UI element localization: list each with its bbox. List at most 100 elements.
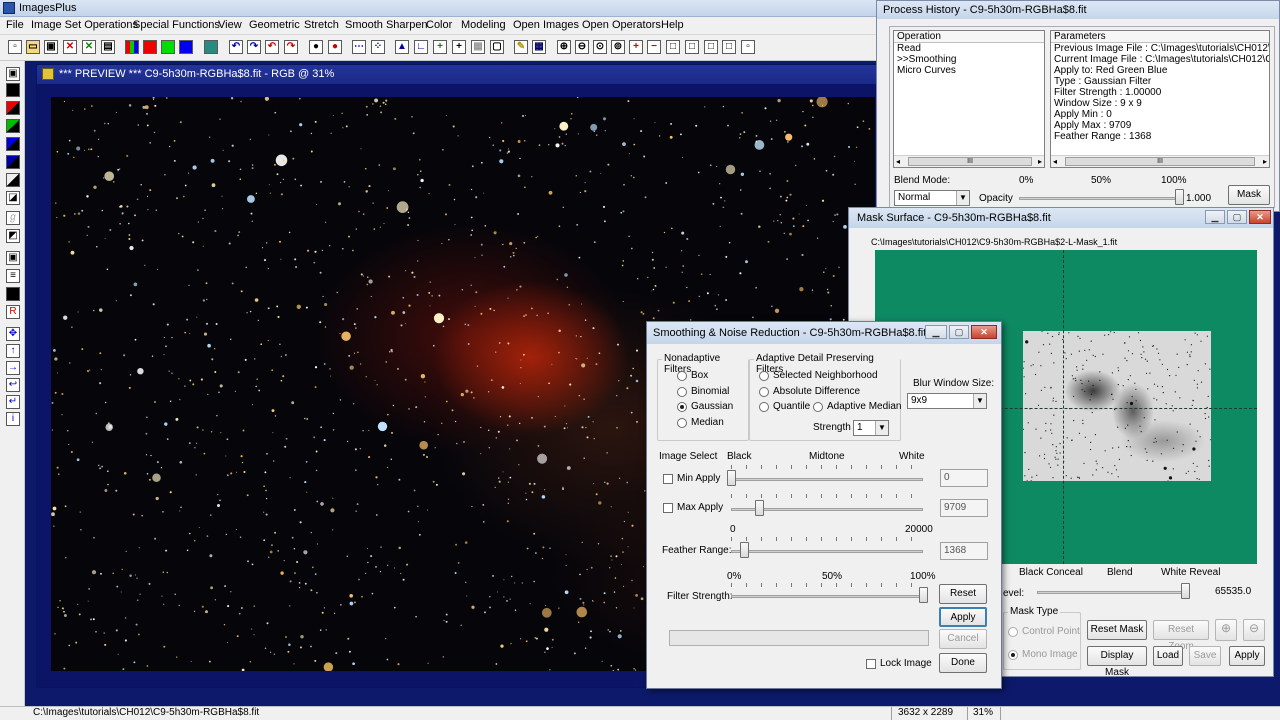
red-black-icon[interactable] (6, 101, 20, 115)
zoom-100-icon[interactable]: ⊚ (611, 40, 625, 54)
square-dot-icon[interactable]: ▫ (741, 40, 755, 54)
menu-geometric[interactable]: Geometric (249, 19, 300, 31)
opacity-slider-track[interactable] (1019, 197, 1179, 200)
menu-open-images[interactable]: Open Images (513, 19, 579, 31)
close-all-icon[interactable]: ✕ (82, 40, 96, 54)
menu-special-functions[interactable]: Special Functions (133, 19, 220, 31)
close-icon[interactable]: ✕ (1249, 210, 1271, 224)
blue-dark-icon[interactable] (6, 155, 20, 169)
square-medium-icon[interactable]: □ (685, 40, 699, 54)
min-apply-slider-thumb[interactable] (727, 470, 736, 486)
menu-view[interactable]: View (218, 19, 242, 31)
arrow-up-icon[interactable]: ↑ (6, 344, 20, 358)
maximize-icon[interactable]: ▢ (949, 325, 969, 339)
stop-icon[interactable]: ● (328, 40, 342, 54)
preview-titlebar[interactable]: *** PREVIEW *** C9-5h30m-RGBHa$8.fit - R… (37, 65, 885, 84)
level-slider-track[interactable] (1037, 591, 1185, 594)
lasso-icon[interactable]: ℊ (6, 211, 20, 225)
frame-icon[interactable]: ◪ (6, 191, 20, 205)
selection-icon[interactable]: ▢ (490, 40, 504, 54)
minimize-icon[interactable]: ▁ (925, 325, 947, 339)
undo-icon[interactable]: ↶ (229, 40, 243, 54)
feather-slider-thumb[interactable] (740, 542, 750, 558)
zoom-out-icon[interactable]: ⊖ (575, 40, 589, 54)
square-target-icon[interactable]: ▣ (6, 251, 20, 265)
apply-mask-button[interactable]: Apply (1229, 646, 1265, 666)
selected-neighborhood-radio[interactable] (759, 371, 769, 381)
pixel-info-icon[interactable]: ⁘ (371, 40, 385, 54)
green-channel-icon[interactable] (161, 40, 175, 54)
square-tiny-icon[interactable]: □ (722, 40, 736, 54)
load-button[interactable]: Load (1153, 646, 1183, 666)
zoom-plus-red-icon[interactable]: + (629, 40, 643, 54)
display-mask-button[interactable]: Display Mask (1087, 646, 1147, 678)
quantile-radio[interactable] (759, 402, 769, 412)
gaussian-radio[interactable] (677, 402, 687, 412)
chevron-down-icon[interactable]: ▼ (956, 191, 969, 205)
zoom-fit-icon[interactable]: ⊙ (593, 40, 607, 54)
axis-icon[interactable]: ∟ (414, 40, 428, 54)
absolute-difference-radio[interactable] (759, 387, 769, 397)
grid-icon[interactable]: ▦ (532, 40, 546, 54)
minimize-icon[interactable]: ▁ (1205, 210, 1225, 224)
arrow-right-icon[interactable]: → (6, 361, 20, 375)
rgb-channels-icon[interactable] (125, 40, 139, 54)
menu-file[interactable]: File (6, 19, 24, 31)
blur-window-select[interactable]: 9x9 ▼ (907, 393, 987, 409)
operation-item[interactable]: >>Smoothing (894, 54, 1044, 65)
crosshair-icon[interactable]: + (452, 40, 466, 54)
square-small-icon[interactable]: □ (704, 40, 718, 54)
move-icon[interactable]: ✥ (6, 327, 20, 341)
max-apply-slider-thumb[interactable] (755, 500, 765, 516)
info-icon[interactable]: i (6, 412, 20, 426)
red-channel-icon[interactable] (143, 40, 157, 54)
smoothing-titlebar[interactable]: Smoothing & Noise Reduction - C9-5h30m-R… (647, 322, 1001, 344)
redo-all-icon[interactable]: ↷ (284, 40, 298, 54)
adaptive-median-radio[interactable] (813, 402, 823, 412)
scroll-right-icon[interactable]: ▸ (1038, 157, 1042, 166)
reset-button[interactable]: Reset (939, 584, 987, 604)
blue-channel-icon[interactable] (179, 40, 193, 54)
black-icon[interactable] (6, 83, 20, 97)
scroll-thumb[interactable]: III (1065, 157, 1255, 166)
menu-open-operators[interactable]: Open Operators (582, 19, 661, 31)
undo-all-icon[interactable]: ↶ (265, 40, 279, 54)
new-file-icon[interactable]: ▫ (8, 40, 22, 54)
mask-button[interactable]: Mask (1228, 185, 1270, 205)
zoom-in-icon[interactable]: ⊕ (557, 40, 571, 54)
scroll-left-icon[interactable]: ◂ (1053, 157, 1057, 166)
menu-modeling[interactable]: Modeling (461, 19, 506, 31)
dots-icon[interactable]: ⋯ (352, 40, 366, 54)
min-apply-slider-track[interactable] (731, 478, 923, 481)
lock-image-checkbox[interactable] (866, 659, 876, 669)
reset-mask-button[interactable]: Reset Mask (1087, 620, 1147, 640)
close-icon[interactable]: ✕ (63, 40, 77, 54)
operation-item[interactable]: Read (894, 43, 1044, 54)
pencil-icon[interactable]: ✎ (514, 40, 528, 54)
operation-scrollbar[interactable]: ◂ III ▸ (894, 155, 1044, 167)
filter-strength-slider-thumb[interactable] (919, 587, 928, 603)
arrow-return-icon[interactable]: ↵ (6, 395, 20, 409)
diagonal-icon[interactable]: ◩ (6, 229, 20, 243)
triangle-icon[interactable]: ▲ (395, 40, 409, 54)
menu-image-set-operations[interactable]: Image Set Operations (31, 19, 138, 31)
blend-mode-select[interactable]: Normal ▼ (894, 190, 970, 206)
process-history-titlebar[interactable]: Process History - C9-5h30m-RGBHa$8.fit (877, 1, 1279, 19)
zoom-minus-red-icon[interactable]: − (647, 40, 661, 54)
apply-button[interactable]: Apply (939, 607, 987, 627)
redo-icon[interactable]: ↷ (247, 40, 261, 54)
record-icon[interactable]: ● (309, 40, 323, 54)
arrow-curve-icon[interactable]: ↩ (6, 378, 20, 392)
mask-surface-titlebar[interactable]: Mask Surface - C9-5h30m-RGBHa$8.fit ▁ ▢ … (849, 208, 1273, 228)
menu-help[interactable]: Help (661, 19, 684, 31)
scroll-left-icon[interactable]: ◂ (896, 157, 900, 166)
median-radio[interactable] (677, 418, 687, 428)
menu-color[interactable]: Color (426, 19, 452, 31)
menu-smooth-sharpen[interactable]: Smooth Sharpen (345, 19, 428, 31)
operation-list[interactable]: Operation Read >>Smoothing Micro Curves … (893, 30, 1045, 168)
scroll-right-icon[interactable]: ▸ (1263, 157, 1267, 166)
max-apply-field[interactable]: 9709 (940, 499, 988, 517)
open-folder-icon[interactable]: ▭ (26, 40, 40, 54)
operation-item[interactable]: Micro Curves (894, 65, 1044, 76)
feather-slider-track[interactable] (731, 550, 923, 553)
